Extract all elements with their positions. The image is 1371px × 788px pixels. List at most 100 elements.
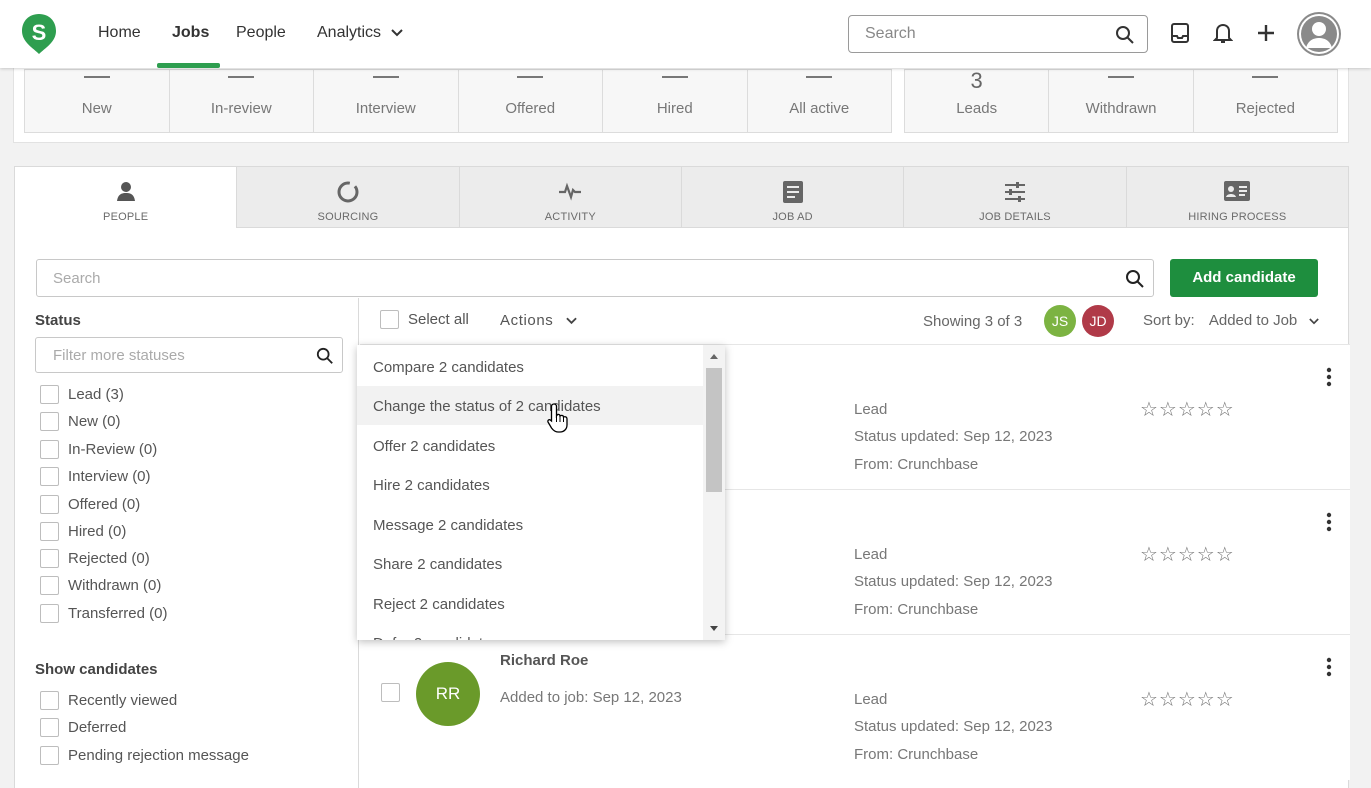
row-checkbox[interactable] bbox=[381, 683, 400, 702]
nav-active-indicator bbox=[157, 63, 220, 68]
stat-label: Offered bbox=[505, 100, 556, 117]
status-option-withdrawn[interactable]: Withdrawn (0) bbox=[40, 575, 161, 595]
menu-item-change-status[interactable]: Change the status of 2 candidates bbox=[357, 386, 703, 425]
stat-label: All active bbox=[789, 100, 850, 117]
sort-dropdown[interactable]: Sort by: Added to Job bbox=[1143, 312, 1320, 329]
actions-menu: Compare 2 candidates Change the status o… bbox=[357, 345, 725, 640]
scroll-up-arrow-icon[interactable] bbox=[703, 349, 725, 363]
menu-scrollbar[interactable] bbox=[703, 345, 725, 640]
checkbox[interactable] bbox=[40, 548, 59, 568]
tab-job-ad[interactable]: JOB AD bbox=[681, 166, 905, 228]
sourcing-icon bbox=[337, 181, 359, 203]
checkbox[interactable] bbox=[40, 494, 59, 514]
status-option-offered[interactable]: Offered (0) bbox=[40, 494, 140, 514]
nav-jobs[interactable]: Jobs bbox=[172, 24, 209, 42]
person-icon bbox=[116, 182, 135, 201]
stat-all-active[interactable]: All active bbox=[748, 70, 892, 132]
rating-stars[interactable]: ☆☆☆☆☆ bbox=[1140, 542, 1235, 567]
checkbox[interactable] bbox=[380, 310, 399, 329]
checkbox[interactable] bbox=[40, 521, 59, 541]
checkbox[interactable] bbox=[40, 690, 59, 710]
collaborator-avatar[interactable]: JS bbox=[1044, 305, 1076, 337]
pipeline-stats-panel: New In-review Interview Offered Hired Al… bbox=[13, 60, 1349, 143]
tab-job-details[interactable]: JOB DETAILS bbox=[904, 166, 1127, 228]
rating-stars[interactable]: ☆☆☆☆☆ bbox=[1140, 687, 1235, 712]
menu-item-compare[interactable]: Compare 2 candidates bbox=[357, 347, 703, 386]
more-vertical-icon[interactable] bbox=[1326, 367, 1332, 387]
candidate-list-header: Select all Actions Showing 3 of 3 JS JD … bbox=[360, 298, 1350, 345]
tab-activity[interactable]: ACTIVITY bbox=[459, 166, 682, 228]
candidate-added-date: Added to job: Sep 12, 2023 bbox=[500, 689, 682, 706]
status-option-rejected[interactable]: Rejected (0) bbox=[40, 548, 150, 568]
stat-rejected[interactable]: Rejected bbox=[1194, 70, 1337, 132]
nav-analytics[interactable]: Analytics bbox=[317, 24, 404, 42]
bell-icon[interactable] bbox=[1213, 22, 1233, 44]
candidate-source: From: Crunchbase bbox=[854, 601, 979, 618]
show-option-pending-rejection[interactable]: Pending rejection message bbox=[40, 745, 249, 765]
candidate-avatar[interactable]: RR bbox=[416, 662, 480, 726]
inbox-icon[interactable] bbox=[1170, 22, 1190, 44]
top-nav-bar: S Home Jobs People Analytics Search bbox=[0, 0, 1371, 68]
user-silhouette-icon bbox=[1299, 14, 1339, 54]
menu-item-defer[interactable]: Defer 2 candidates bbox=[357, 623, 703, 640]
candidate-row[interactable]: RR Richard Roe Added to job: Sep 12, 202… bbox=[360, 635, 1350, 780]
nav-people[interactable]: People bbox=[236, 24, 286, 42]
tab-sourcing[interactable]: SOURCING bbox=[237, 166, 460, 228]
actions-dropdown-button[interactable]: Actions bbox=[500, 312, 577, 329]
checkbox[interactable] bbox=[40, 439, 59, 459]
rating-stars[interactable]: ☆☆☆☆☆ bbox=[1140, 397, 1235, 422]
stat-withdrawn[interactable]: Withdrawn bbox=[1049, 70, 1194, 132]
show-option-deferred[interactable]: Deferred bbox=[40, 717, 126, 737]
candidate-search-input[interactable]: Search bbox=[36, 259, 1154, 297]
pipeline-stats: New In-review Interview Offered Hired Al… bbox=[24, 69, 892, 133]
checkbox-label: Hired (0) bbox=[68, 522, 127, 540]
menu-item-message[interactable]: Message 2 candidates bbox=[357, 505, 703, 544]
search-icon bbox=[1126, 270, 1144, 288]
stat-new[interactable]: New bbox=[25, 70, 170, 132]
status-filter-input[interactable]: Filter more statuses bbox=[35, 337, 343, 373]
tab-people[interactable]: PEOPLE bbox=[14, 166, 238, 228]
checkbox[interactable] bbox=[40, 745, 59, 765]
checkbox[interactable] bbox=[40, 411, 59, 431]
menu-item-share[interactable]: Share 2 candidates bbox=[357, 544, 703, 583]
checkbox[interactable] bbox=[40, 575, 59, 595]
tab-label: JOB DETAILS bbox=[979, 211, 1051, 223]
stat-in-review[interactable]: In-review bbox=[170, 70, 314, 132]
global-search-input[interactable]: Search bbox=[848, 15, 1148, 53]
menu-item-hire[interactable]: Hire 2 candidates bbox=[357, 465, 703, 504]
stat-interview[interactable]: Interview bbox=[314, 70, 459, 132]
stat-leads[interactable]: 3 Leads bbox=[905, 68, 1050, 132]
checkbox[interactable] bbox=[40, 384, 59, 404]
more-vertical-icon[interactable] bbox=[1326, 512, 1332, 532]
logo-icon[interactable]: S bbox=[21, 13, 57, 55]
status-option-hired[interactable]: Hired (0) bbox=[40, 521, 126, 541]
checkbox-label: Interview (0) bbox=[68, 467, 151, 485]
menu-item-reject[interactable]: Reject 2 candidates bbox=[357, 584, 703, 623]
scroll-down-arrow-icon[interactable] bbox=[703, 622, 725, 636]
add-candidate-button[interactable]: Add candidate bbox=[1170, 259, 1318, 297]
checkbox[interactable] bbox=[40, 603, 59, 623]
select-all-checkbox[interactable]: Select all bbox=[380, 310, 469, 329]
more-vertical-icon[interactable] bbox=[1326, 657, 1332, 677]
checkbox[interactable] bbox=[40, 717, 59, 737]
scrollbar-thumb[interactable] bbox=[706, 368, 722, 492]
checkbox-label: In-Review (0) bbox=[68, 440, 158, 458]
menu-item-offer[interactable]: Offer 2 candidates bbox=[357, 426, 703, 465]
stat-hired[interactable]: Hired bbox=[603, 70, 748, 132]
nav-home[interactable]: Home bbox=[98, 24, 141, 42]
stat-offered[interactable]: Offered bbox=[459, 70, 603, 132]
sort-value: Added to Job bbox=[1208, 312, 1298, 329]
status-option-lead[interactable]: Lead (3) bbox=[40, 384, 124, 404]
status-option-new[interactable]: New (0) bbox=[40, 411, 121, 431]
user-avatar[interactable] bbox=[1297, 12, 1341, 56]
tab-hiring-process[interactable]: HIRING PROCESS bbox=[1126, 166, 1349, 228]
status-option-interview[interactable]: Interview (0) bbox=[40, 466, 151, 486]
checkbox[interactable] bbox=[40, 466, 59, 486]
plus-icon[interactable] bbox=[1256, 22, 1276, 44]
collaborator-avatar[interactable]: JD bbox=[1082, 305, 1114, 337]
candidate-name[interactable]: Richard Roe bbox=[500, 652, 588, 669]
show-option-recently-viewed[interactable]: Recently viewed bbox=[40, 690, 177, 710]
status-option-in-review[interactable]: In-Review (0) bbox=[40, 439, 157, 459]
actions-label: Actions bbox=[500, 312, 554, 329]
status-option-transferred[interactable]: Transferred (0) bbox=[40, 603, 167, 623]
